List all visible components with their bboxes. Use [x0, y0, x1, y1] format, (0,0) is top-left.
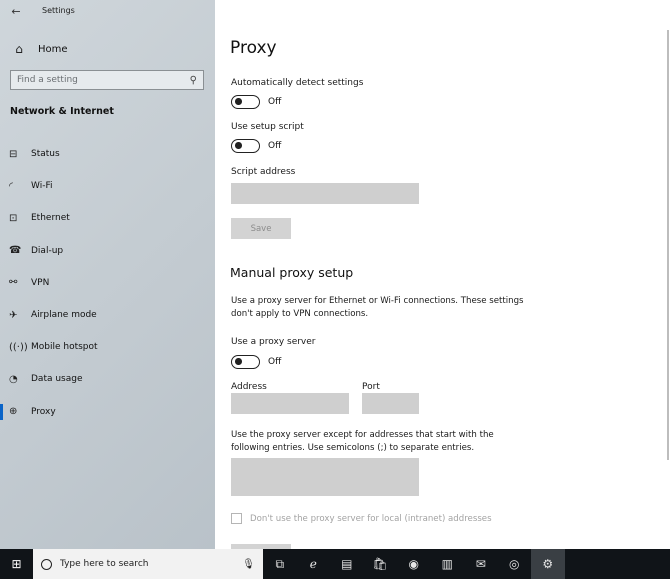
ethernet-icon: ⊡: [9, 212, 18, 224]
windows-start-icon[interactable]: ⊞: [0, 549, 33, 579]
sidebar-item-label: Status: [31, 149, 60, 160]
port-label: Port: [362, 382, 380, 392]
auto-detect-label: Automatically detect settings: [231, 78, 364, 88]
setup-script-label: Use setup script: [231, 122, 304, 132]
setup-script-state: Off: [268, 141, 282, 151]
sidebar-item-mobile-hotspot[interactable]: ((·)) Mobile hotspot: [0, 331, 215, 363]
find-setting-box[interactable]: ⚲: [10, 70, 204, 90]
page-title: Proxy: [230, 38, 277, 58]
sidebar-home[interactable]: ⌂ Home: [0, 38, 215, 60]
cortana-icon[interactable]: [41, 558, 52, 570]
data-usage-icon: ◔: [9, 373, 18, 385]
address-label: Address: [231, 382, 267, 392]
use-proxy-toggle[interactable]: [231, 355, 260, 369]
manual-proxy-description: Use a proxy server for Ethernet or Wi-Fi…: [231, 296, 524, 319]
sidebar-item-label: Airplane mode: [31, 310, 97, 321]
sidebar-item-label: Mobile hotspot: [31, 342, 98, 353]
sidebar-item-airplane-mode[interactable]: ✈ Airplane mode: [0, 299, 215, 331]
mail-icon[interactable]: ✉: [464, 549, 498, 579]
exceptions-description: Use the proxy server except for addresse…: [231, 430, 494, 453]
sidebar-nav: ⊟ Status ◜ Wi-Fi ⊡ Ethernet ☎ Dial-up ⚯ VPN ✈ Airpl…: [0, 138, 215, 428]
wifi-icon: ◜: [9, 180, 13, 192]
title-bar: ← Settings: [0, 0, 215, 24]
globe-icon: ⊕: [9, 406, 18, 418]
auto-detect-toggle[interactable]: [231, 95, 260, 109]
port-input[interactable]: [362, 393, 419, 414]
proxy-settings-pane: Proxy Automatically detect settings Off …: [215, 0, 670, 549]
search-icon[interactable]: ⚲: [190, 75, 197, 86]
airplane-icon: ✈: [9, 309, 18, 321]
chrome-icon[interactable]: ◎: [498, 549, 532, 579]
taskbar-apps: ⧉ ℯ ▤ 🛍 ◉ ▥ ✉ ◎ ⚙: [263, 549, 565, 579]
hotspot-icon: ((·)): [9, 341, 28, 353]
script-address-label: Script address: [231, 167, 296, 177]
use-proxy-state: Off: [268, 357, 282, 367]
section-title: Network & Internet: [10, 106, 114, 117]
auto-detect-state: Off: [268, 97, 282, 107]
app-icon[interactable]: ▥: [431, 549, 465, 579]
sidebar-item-wi-fi[interactable]: ◜ Wi-Fi: [0, 170, 215, 202]
sidebar-item-dial-up[interactable]: ☎ Dial-up: [0, 235, 215, 267]
address-input[interactable]: [231, 393, 349, 414]
status-icon: ⊟: [9, 148, 18, 160]
setup-script-toggle-row[interactable]: Off: [231, 139, 281, 153]
home-label: Home: [38, 43, 68, 55]
sidebar-item-status[interactable]: ⊟ Status: [0, 138, 215, 170]
firefox-icon[interactable]: ◉: [397, 549, 431, 579]
use-proxy-label: Use a proxy server: [231, 337, 316, 347]
setup-script-toggle[interactable]: [231, 139, 260, 153]
sidebar: ← Settings ⌂ Home ⚲ Network & Internet ⊟…: [0, 0, 215, 549]
sidebar-item-label: Dial-up: [31, 245, 64, 256]
taskbar: ⊞ 🎙 ⧉ℯ▤🛍◉▥✉◎⚙: [0, 549, 670, 579]
settings-icon[interactable]: ⚙: [531, 549, 565, 579]
sidebar-item-vpn[interactable]: ⚯ VPN: [0, 267, 215, 299]
auto-detect-toggle-row[interactable]: Off: [231, 95, 281, 109]
sidebar-item-label: Data usage: [31, 374, 83, 385]
dialup-icon: ☎: [9, 245, 22, 257]
vpn-icon: ⚯: [9, 277, 18, 289]
microphone-icon[interactable]: 🎙: [242, 559, 255, 570]
sidebar-item-ethernet[interactable]: ⊡ Ethernet: [0, 202, 215, 234]
script-address-input[interactable]: [231, 183, 419, 204]
scrollbar-thumb[interactable]: [667, 30, 669, 460]
sidebar-item-label: Wi-Fi: [31, 181, 53, 192]
local-bypass-label: Don't use the proxy server for local (in…: [250, 513, 492, 524]
exceptions-input[interactable]: [231, 458, 419, 496]
sidebar-item-label: Proxy: [31, 406, 56, 417]
local-bypass-checkbox[interactable]: [231, 513, 242, 524]
sidebar-item-label: Ethernet: [31, 213, 70, 224]
manual-proxy-title: Manual proxy setup: [230, 265, 354, 280]
scrollbar[interactable]: [665, 0, 670, 549]
task-view-icon[interactable]: ⧉: [263, 549, 297, 579]
file-explorer-icon[interactable]: ▤: [330, 549, 364, 579]
local-bypass-row[interactable]: Don't use the proxy server for local (in…: [231, 513, 492, 524]
save-button[interactable]: Save: [231, 218, 291, 239]
taskbar-search-box[interactable]: 🎙: [33, 549, 263, 579]
window-title: Settings: [42, 6, 75, 15]
find-setting-input[interactable]: [17, 75, 190, 85]
store-icon[interactable]: 🛍: [364, 549, 398, 579]
sidebar-item-label: VPN: [31, 277, 50, 288]
sidebar-item-data-usage[interactable]: ◔ Data usage: [0, 363, 215, 395]
taskbar-search-input[interactable]: [60, 559, 243, 569]
home-icon: ⌂: [15, 42, 23, 56]
back-arrow-icon[interactable]: ←: [6, 3, 26, 21]
edge-icon[interactable]: ℯ: [297, 549, 331, 579]
use-proxy-toggle-row[interactable]: Off: [231, 355, 281, 369]
sidebar-item-proxy[interactable]: ⊕ Proxy: [0, 396, 215, 428]
